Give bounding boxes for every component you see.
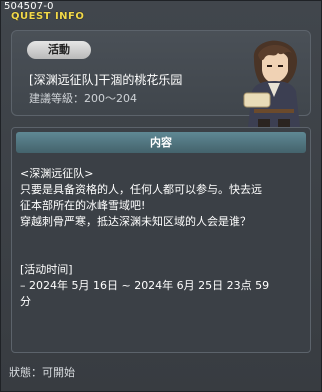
- schedule-line: 分: [20, 295, 31, 308]
- quest-status: 狀態：可開始: [9, 364, 75, 380]
- quest-info-window: 504507-0 QUEST INFO 活動 [深渊远征队]干涸的桃花乐园 建議…: [0, 0, 322, 392]
- quest-info-header: QUEST INFO: [11, 11, 85, 22]
- level-value: 200～204: [84, 92, 137, 105]
- content-line: 穿越刺骨严寒，抵达深渊未知区域的人会是谁？: [20, 215, 251, 228]
- status-value: 可開始: [42, 366, 75, 379]
- schedule-line: – 2024年 5月 16日 ~ 2024年 6月 25日 23点 59: [20, 279, 270, 292]
- quest-content-panel: 内容 <深渊远征队> 只要是具备资格的人，任何人都可以参与。快去远 征本部所在的…: [11, 127, 311, 353]
- content-header: 内容: [16, 132, 306, 153]
- schedule-header: [活动时间]: [20, 263, 73, 276]
- status-label: 狀態：: [9, 366, 42, 379]
- level-label: 建議等級：: [29, 92, 84, 105]
- quest-title: [深渊远征队]干涸的桃花乐园: [29, 73, 183, 87]
- quest-summary-panel: 活動 [深渊远征队]干涸的桃花乐园 建議等級：200～204: [11, 30, 311, 127]
- content-line: <深渊远征队>: [20, 167, 94, 180]
- activity-badge: 活動: [27, 41, 91, 59]
- content-line: 征本部所在的冰峰雪域吧!: [20, 199, 146, 212]
- recommended-level: 建議等級：200～204: [29, 90, 137, 106]
- content-body: <深渊远征队> 只要是具备资格的人，任何人都可以参与。快去远 征本部所在的冰峰雪…: [20, 166, 304, 310]
- npc-portrait: [243, 40, 300, 127]
- content-line: 只要是具备资格的人，任何人都可以参与。快去远: [20, 183, 262, 196]
